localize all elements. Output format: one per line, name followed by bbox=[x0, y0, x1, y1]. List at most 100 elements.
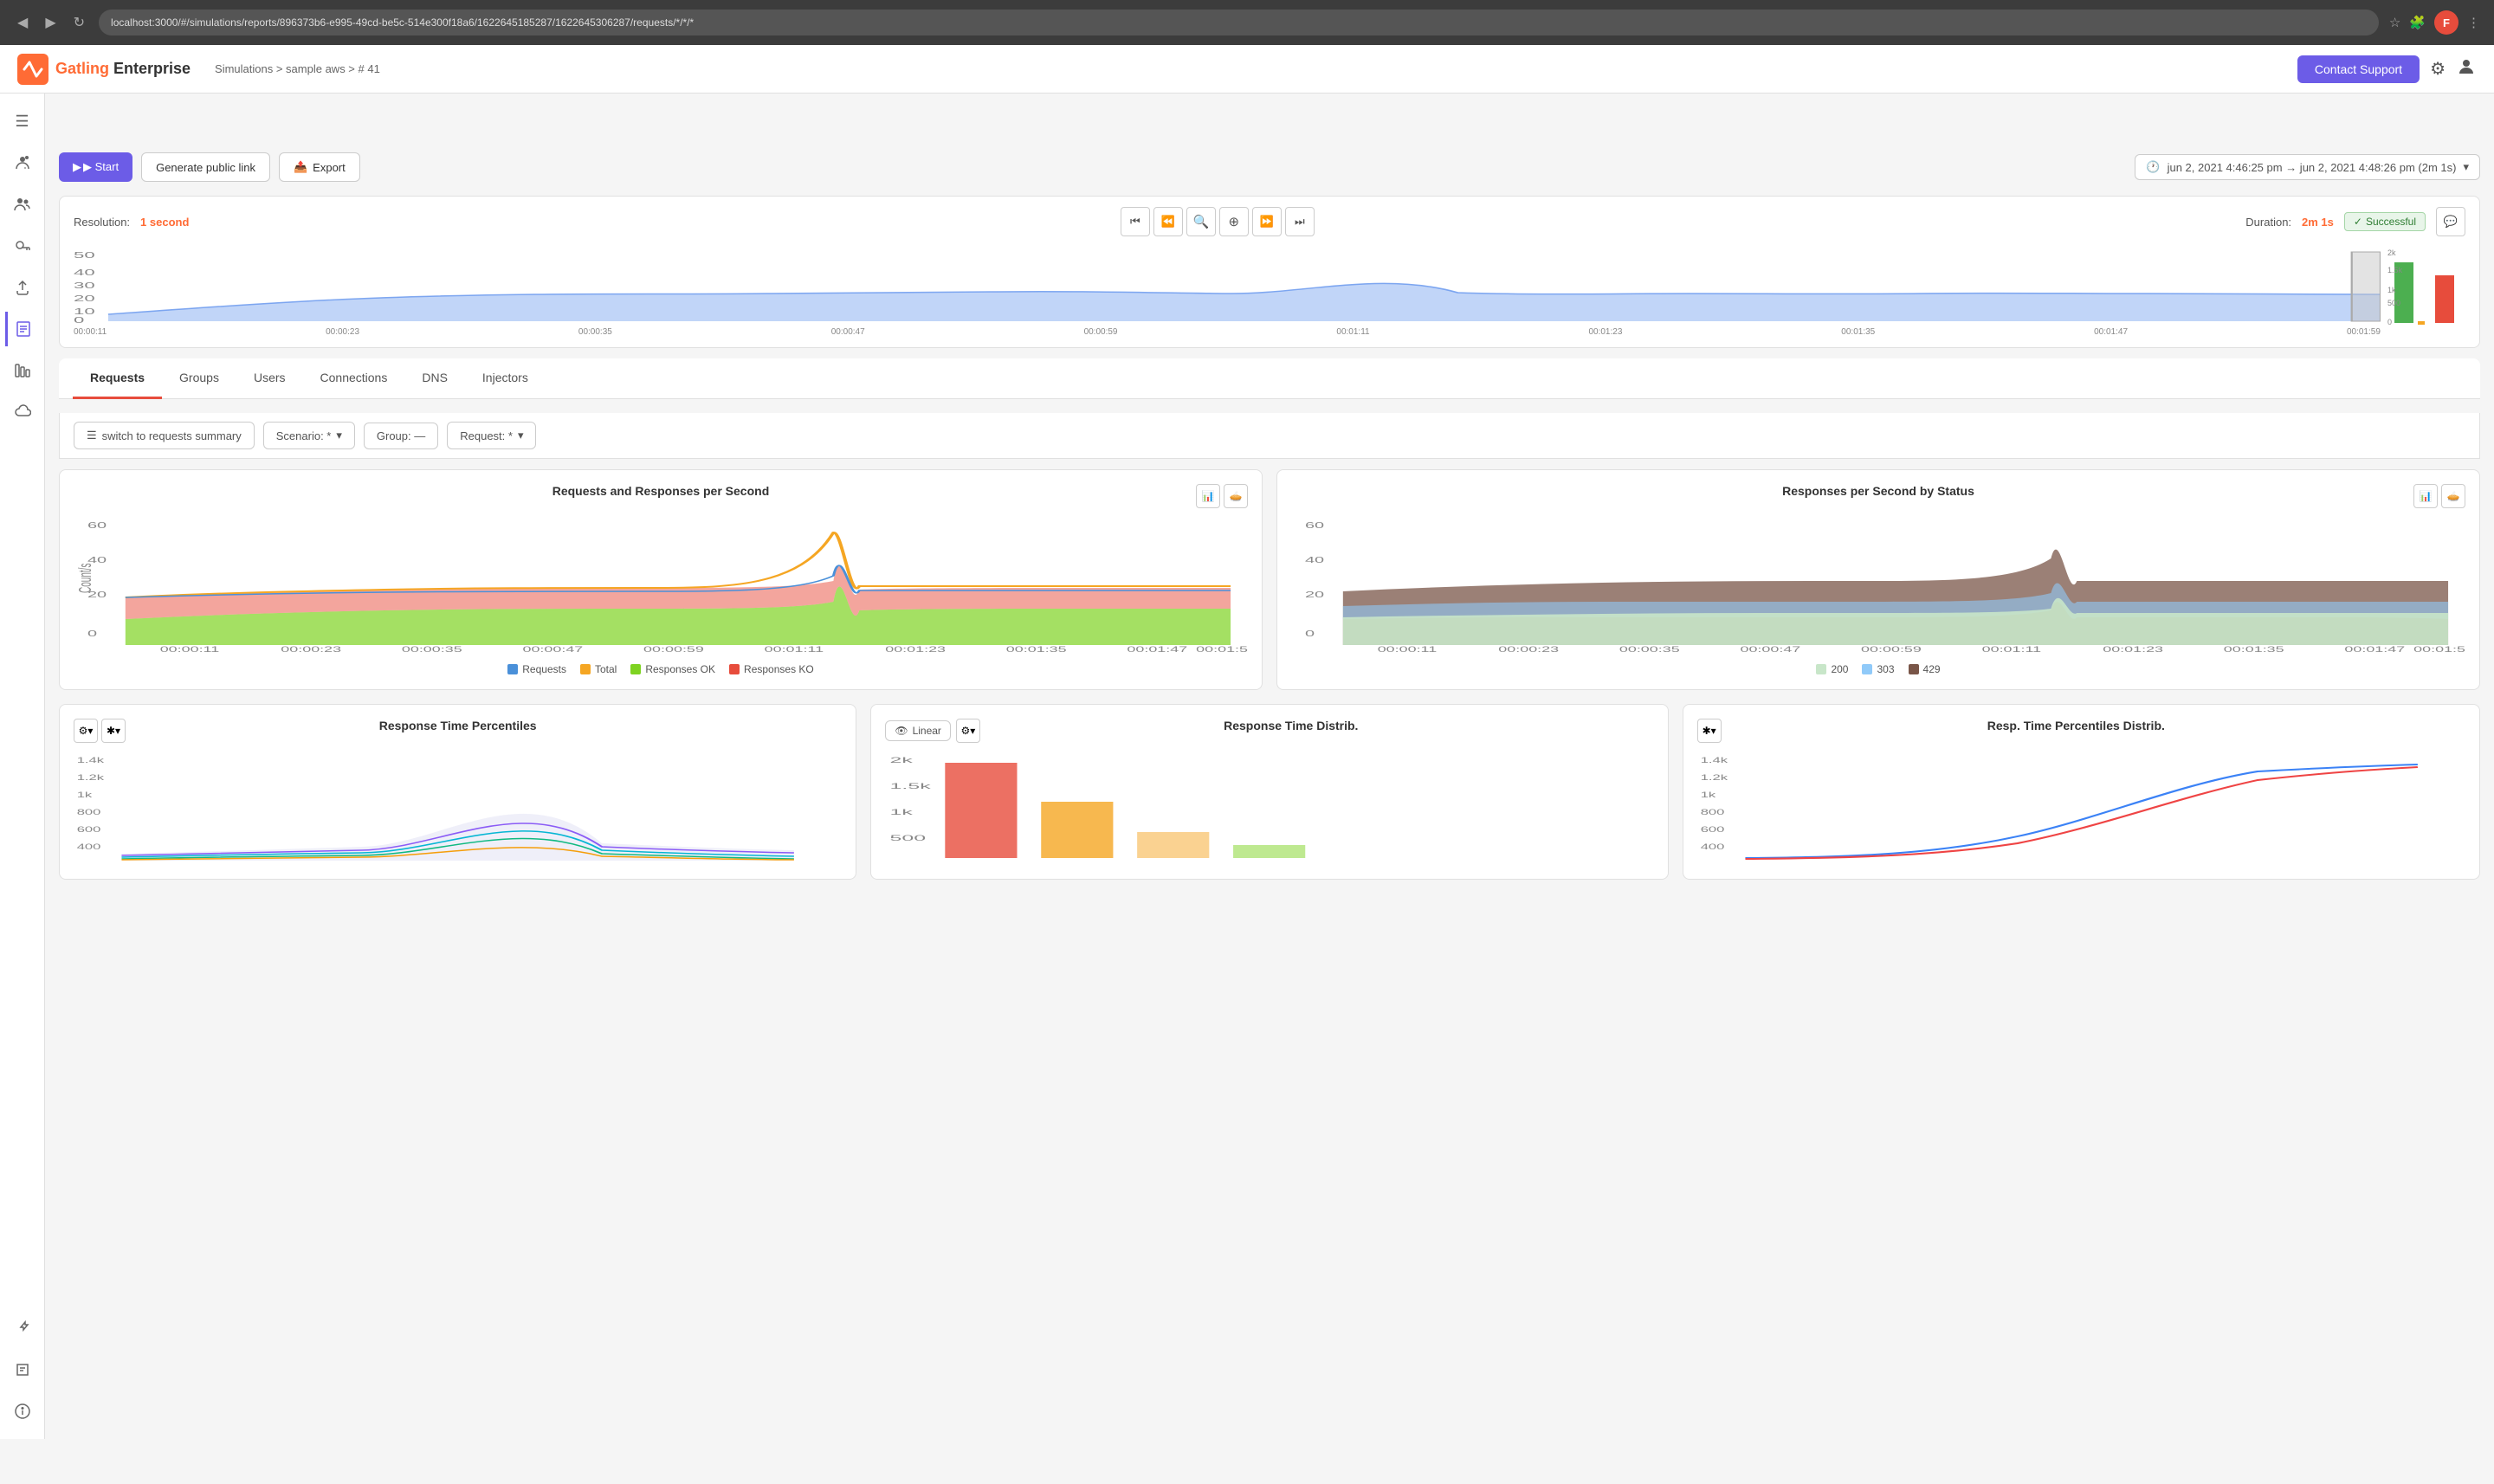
first-button[interactable]: ⏮ bbox=[1121, 207, 1150, 236]
chart5-star[interactable]: ✱▾ bbox=[1697, 719, 1722, 743]
overview-chart: 50 40 30 20 10 0 00:00:11 00:00:23 00:00… bbox=[74, 245, 2381, 337]
toolbar-row: ▶ ▶ Start Generate public link 📤 Export … bbox=[59, 152, 2480, 182]
sidebar-menu[interactable]: ☰ bbox=[5, 104, 40, 139]
svg-text:00:01:35: 00:01:35 bbox=[1006, 645, 1067, 654]
sidebar-keys[interactable] bbox=[5, 229, 40, 263]
contact-support-button[interactable]: Contact Support bbox=[2297, 55, 2420, 83]
legend-303: 303 bbox=[1862, 663, 1894, 675]
tab-groups[interactable]: Groups bbox=[162, 358, 236, 399]
star-button[interactable]: ☆ bbox=[2389, 15, 2400, 30]
next-button[interactable]: ⏩ bbox=[1252, 207, 1282, 236]
total-line bbox=[126, 532, 1231, 597]
status-text: Successful bbox=[2366, 216, 2416, 228]
chart4-settings[interactable]: ⚙▾ bbox=[956, 719, 980, 743]
chart1-pie-icon[interactable]: 🥧 bbox=[1224, 484, 1248, 508]
profile-circle[interactable]: F bbox=[2434, 10, 2458, 35]
svg-text:00:01:23: 00:01:23 bbox=[885, 645, 946, 654]
start-button[interactable]: ▶ ▶ Start bbox=[59, 152, 132, 182]
svg-text:1.5k: 1.5k bbox=[2387, 266, 2403, 274]
logo-text: Gatling Enterprise bbox=[55, 60, 191, 78]
request-selector[interactable]: Request: * ▾ bbox=[447, 422, 536, 449]
t5: 00:01:11 bbox=[1336, 327, 1369, 337]
sidebar-reports[interactable] bbox=[5, 312, 40, 346]
svg-text:0: 0 bbox=[74, 315, 84, 323]
tabs-row: Requests Groups Users Connections DNS In… bbox=[59, 358, 2480, 399]
svg-text:2k: 2k bbox=[890, 756, 914, 765]
user-button[interactable] bbox=[2456, 56, 2477, 82]
last-button[interactable]: ⏭ bbox=[1285, 207, 1315, 236]
svg-text:00:01:23: 00:01:23 bbox=[2103, 645, 2163, 654]
chart3-header: ⚙▾ ✱▾ Response Time Percentiles bbox=[74, 719, 842, 743]
chart-requests-responses: Requests and Responses per Second 📊 🥧 60… bbox=[59, 469, 1263, 690]
linear-badge[interactable]: 👁 Linear bbox=[885, 720, 951, 741]
chart3-title: Response Time Percentiles bbox=[379, 719, 537, 732]
chart3-svg: 1.4k 1.2k 1k 800 600 400 bbox=[74, 750, 842, 862]
legend-responses-ko: Responses KO bbox=[729, 663, 814, 675]
selection-handle[interactable] bbox=[2352, 252, 2381, 321]
browser-right: ☆ 🧩 F ⋮ bbox=[2389, 10, 2480, 35]
sidebar-pipelines[interactable] bbox=[5, 353, 40, 388]
export-button[interactable]: 📤 Export bbox=[279, 152, 360, 182]
svg-text:60: 60 bbox=[87, 521, 107, 531]
chart2-bar-icon[interactable]: 📊 bbox=[2413, 484, 2438, 508]
browser-chrome: ◀ ▶ ↻ localhost:3000/#/simulations/repor… bbox=[0, 0, 2494, 45]
back-button[interactable]: ◀ bbox=[14, 10, 31, 35]
charts-row-2: ⚙▾ ✱▾ Response Time Percentiles 1.4k 1.2… bbox=[59, 704, 2480, 880]
chart3-settings[interactable]: ⚙▾ bbox=[74, 719, 98, 743]
tab-users[interactable]: Users bbox=[236, 358, 303, 399]
sidebar-users[interactable] bbox=[5, 187, 40, 222]
tab-dns[interactable]: DNS bbox=[404, 358, 465, 399]
extensions-button[interactable]: 🧩 bbox=[2409, 15, 2426, 30]
svg-text:00:00:35: 00:00:35 bbox=[1619, 645, 1680, 654]
legend-responses-ok: Responses OK bbox=[630, 663, 715, 675]
zoom-in-button[interactable]: ⊕ bbox=[1219, 207, 1249, 236]
scenario-selector[interactable]: Scenario: * ▾ bbox=[263, 422, 355, 449]
chart5-header: ✱▾ Resp. Time Percentiles Distrib. bbox=[1697, 719, 2465, 743]
chart5-svg: 1.4k 1.2k 1k 800 600 400 bbox=[1697, 750, 2465, 862]
breadcrumb: Simulations > sample aws > # 41 bbox=[215, 62, 380, 75]
refresh-button[interactable]: ↻ bbox=[70, 10, 88, 35]
distrib-bar-3 bbox=[1137, 832, 1209, 858]
tab-connections[interactable]: Connections bbox=[303, 358, 405, 399]
svg-text:1k: 1k bbox=[2387, 286, 2396, 294]
tab-injectors[interactable]: Injectors bbox=[465, 358, 546, 399]
zoom-out-button[interactable]: 🔍 bbox=[1186, 207, 1216, 236]
main-content: ▶ ▶ Start Generate public link 📤 Export … bbox=[45, 139, 2494, 1484]
sidebar-admin[interactable] bbox=[5, 145, 40, 180]
sidebar-cloud[interactable] bbox=[5, 395, 40, 429]
chart2-pie-icon[interactable]: 🥧 bbox=[2441, 484, 2465, 508]
svg-text:1k: 1k bbox=[890, 808, 914, 816]
settings-button[interactable]: ⚙ bbox=[2430, 58, 2446, 80]
tab-requests[interactable]: Requests bbox=[73, 358, 162, 399]
generate-link-button[interactable]: Generate public link bbox=[141, 152, 270, 182]
overview-area: 50 40 30 20 10 0 00:00:11 00:00:23 00:00… bbox=[74, 245, 2465, 337]
svg-text:20: 20 bbox=[1305, 590, 1324, 600]
sidebar-docs[interactable] bbox=[5, 1352, 40, 1387]
sidebar-upload[interactable] bbox=[5, 270, 40, 305]
chart-responses-status: Responses per Second by Status 📊 🥧 60 40… bbox=[1276, 469, 2480, 690]
svg-text:0: 0 bbox=[2387, 318, 2392, 326]
export-icon: 📤 bbox=[294, 160, 307, 174]
overview-fill bbox=[108, 283, 2381, 321]
t8: 00:01:47 bbox=[2094, 327, 2128, 337]
group-selector[interactable]: Group: — bbox=[364, 423, 438, 449]
chart1-bar-icon[interactable]: 📊 bbox=[1196, 484, 1220, 508]
sidebar-info[interactable] bbox=[5, 1394, 40, 1429]
svg-text:00:01:35: 00:01:35 bbox=[2224, 645, 2284, 654]
distrib-bar-1 bbox=[946, 763, 1018, 858]
time-range-selector[interactable]: 🕐 jun 2, 2021 4:46:25 pm → jun 2, 2021 4… bbox=[2135, 154, 2480, 180]
chart3-star[interactable]: ✱▾ bbox=[101, 719, 126, 743]
switch-to-summary-button[interactable]: ☰ switch to requests summary bbox=[74, 422, 255, 449]
address-bar[interactable]: localhost:3000/#/simulations/reports/896… bbox=[99, 10, 2379, 35]
prev-button[interactable]: ⏪ bbox=[1153, 207, 1183, 236]
right-controls: Duration: 2m 1s ✓ Successful 💬 bbox=[2245, 207, 2465, 236]
forward-button[interactable]: ▶ bbox=[42, 10, 59, 35]
status-icon: ✓ bbox=[2354, 216, 2362, 228]
chart2-svg: 60 40 20 0 00:00:11 00:00:23 00:00:35 00… bbox=[1291, 515, 2465, 654]
status-badge: ✓ Successful bbox=[2344, 212, 2426, 231]
charts-row-1: Requests and Responses per Second 📊 🥧 60… bbox=[59, 469, 2480, 690]
menu-button[interactable]: ⋮ bbox=[2467, 15, 2480, 30]
sidebar-plugins[interactable] bbox=[5, 1311, 40, 1345]
comment-button[interactable]: 💬 bbox=[2436, 207, 2465, 236]
start-icon: ▶ bbox=[73, 160, 81, 174]
